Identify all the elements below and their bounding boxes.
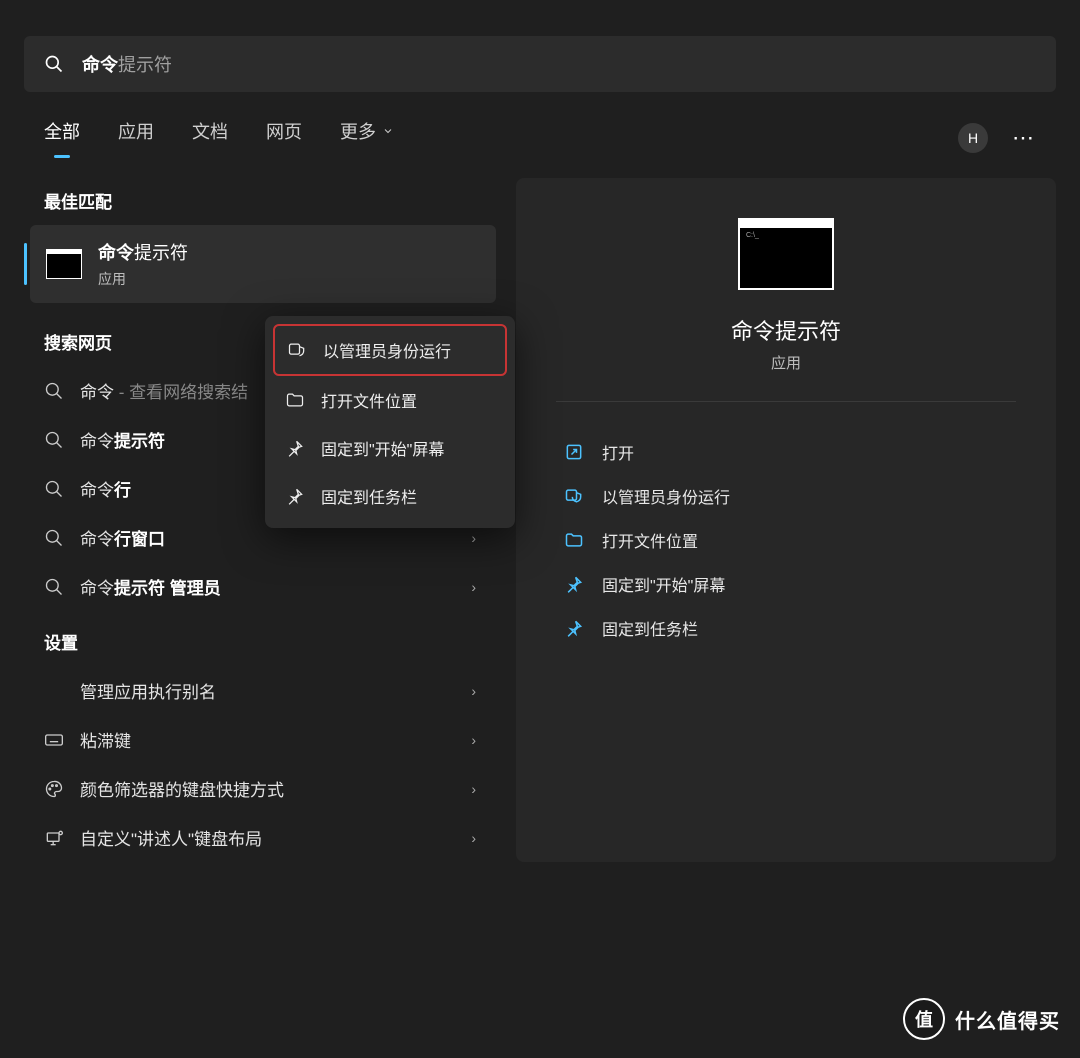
tab-docs[interactable]: 文档	[192, 118, 228, 158]
search-bar[interactable]: 命令提示符	[24, 36, 1056, 92]
context-pin-to-taskbar[interactable]: 固定到任务栏	[273, 472, 507, 520]
search-icon	[44, 430, 64, 450]
search-icon	[44, 577, 64, 597]
chevron-down-icon	[382, 125, 394, 137]
pin-icon	[564, 618, 584, 638]
tabs-row: 全部 应用 文档 网页 更多 H ⋯	[44, 118, 1036, 158]
folder-icon	[564, 530, 584, 550]
context-pin-to-start[interactable]: 固定到"开始"屏幕	[273, 424, 507, 472]
chevron-right-icon: ›	[471, 732, 476, 748]
folder-icon	[285, 390, 305, 410]
chevron-right-icon: ›	[471, 830, 476, 846]
context-menu: 以管理员身份运行 打开文件位置 固定到"开始"屏幕 固定到任务栏	[265, 316, 515, 528]
chevron-right-icon: ›	[471, 683, 476, 699]
settings-result-3[interactable]: 颜色筛选器的键盘快捷方式 ›	[24, 764, 496, 813]
watermark: 值 什么值得买	[903, 998, 1060, 1040]
keyboard-icon	[44, 730, 64, 750]
tab-apps[interactable]: 应用	[118, 118, 154, 158]
shield-admin-icon	[287, 340, 307, 360]
details-subtitle: 应用	[536, 352, 1036, 373]
details-panel: 命令提示符 应用 打开 以管理员身份运行 打开文件位置 固定到"开始"屏幕 固定…	[516, 178, 1056, 862]
more-options-button[interactable]: ⋯	[1012, 125, 1036, 151]
web-result-5[interactable]: 命令提示符 管理员 ›	[24, 562, 496, 611]
tab-web[interactable]: 网页	[266, 118, 302, 158]
context-run-as-admin[interactable]: 以管理员身份运行	[273, 324, 507, 376]
section-best-match: 最佳匹配	[44, 188, 476, 213]
pin-icon	[285, 438, 305, 458]
watermark-icon: 值	[903, 998, 945, 1040]
settings-result-4[interactable]: 自定义"讲述人"键盘布局 ›	[24, 813, 496, 862]
action-open[interactable]: 打开	[536, 430, 1036, 474]
action-open-file-location[interactable]: 打开文件位置	[536, 518, 1036, 562]
cmd-icon	[46, 249, 82, 279]
best-match-result[interactable]: 命令提示符 应用	[30, 225, 496, 303]
tab-all[interactable]: 全部	[44, 118, 80, 158]
section-settings: 设置	[44, 629, 476, 654]
tab-more[interactable]: 更多	[340, 118, 394, 158]
settings-result-2[interactable]: 粘滞键 ›	[24, 715, 496, 764]
pin-icon	[564, 574, 584, 594]
shield-admin-icon	[564, 486, 584, 506]
app-large-icon	[738, 218, 834, 290]
details-title: 命令提示符	[536, 314, 1036, 346]
divider	[556, 401, 1016, 402]
chevron-right-icon: ›	[471, 781, 476, 797]
search-icon	[44, 479, 64, 499]
action-pin-to-taskbar[interactable]: 固定到任务栏	[536, 606, 1036, 650]
context-open-file-location[interactable]: 打开文件位置	[273, 376, 507, 424]
best-match-title: 命令提示符	[98, 239, 188, 265]
watermark-text: 什么值得买	[955, 1005, 1060, 1034]
narrator-icon	[44, 828, 64, 848]
action-pin-to-start[interactable]: 固定到"开始"屏幕	[536, 562, 1036, 606]
open-icon	[564, 442, 584, 462]
search-icon	[44, 381, 64, 401]
search-icon	[44, 54, 64, 74]
settings-result-1[interactable]: 管理应用执行别名 ›	[24, 666, 496, 715]
user-avatar[interactable]: H	[958, 123, 988, 153]
chevron-right-icon: ›	[471, 579, 476, 595]
chevron-right-icon: ›	[471, 530, 476, 546]
best-match-subtitle: 应用	[98, 269, 188, 289]
search-input-text: 命令提示符	[82, 51, 172, 77]
search-icon	[44, 528, 64, 548]
action-run-as-admin[interactable]: 以管理员身份运行	[536, 474, 1036, 518]
palette-icon	[44, 779, 64, 799]
pin-icon	[285, 486, 305, 506]
